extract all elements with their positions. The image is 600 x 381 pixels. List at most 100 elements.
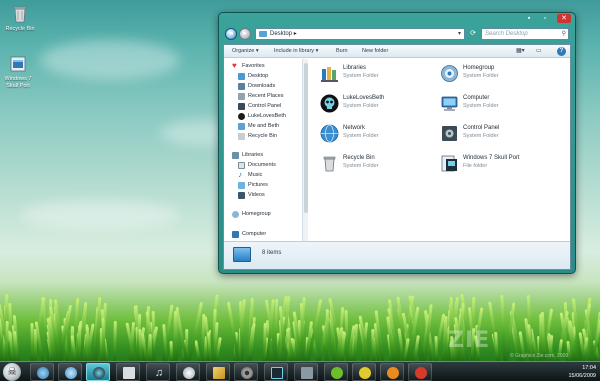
taskbar-button-leaf-red[interactable]	[408, 363, 432, 381]
messenger-icon	[65, 367, 77, 379]
nav-item-label: Downloads	[248, 83, 276, 89]
grass-blade	[113, 320, 117, 361]
burn-button[interactable]: Burn	[336, 48, 348, 54]
taskbar-button-tool[interactable]	[176, 363, 200, 381]
computer-icon	[440, 94, 459, 113]
file-item-computer[interactable]: Computer System Folder	[440, 93, 556, 115]
file-name: Homegroup	[463, 65, 495, 71]
nav-item-label: Computer	[242, 231, 267, 237]
control-panel-icon	[440, 124, 459, 143]
nav-item-recycle-bin[interactable]: Recycle Bin	[238, 132, 277, 141]
back-button[interactable]: ◂	[225, 28, 237, 40]
nav-item-documents[interactable]: Documents	[238, 161, 276, 170]
file-item-network[interactable]: Network System Folder	[320, 123, 436, 145]
file-name: LukeLovesBeth	[343, 95, 385, 101]
leaf-icon	[331, 367, 343, 379]
downloads-icon	[238, 83, 245, 90]
taskbar-button-calculator[interactable]	[294, 363, 318, 381]
taskbar: ☠ ♫ 17:04 15/06/2009	[0, 361, 600, 381]
file-item-lukelovesbeth[interactable]: LukeLovesBeth System Folder	[320, 93, 436, 115]
taskbar-button-leaf-green[interactable]	[324, 363, 348, 381]
close-button[interactable]: ✕	[557, 14, 571, 23]
preview-pane-button[interactable]: ▭	[536, 47, 550, 56]
search-input[interactable]: Search Desktop ⚲	[481, 28, 569, 40]
desktop-icon-recycle-bin[interactable]: Recycle Bin	[2, 4, 38, 33]
nav-item-lukelovesbeth[interactable]: LukeLovesBeth	[238, 112, 286, 121]
taskbar-button-disc[interactable]	[234, 363, 258, 381]
desktop-icon-windows-7-skull-port[interactable]: Windows 7 Skull Port	[0, 54, 36, 90]
include-in-library-menu[interactable]: Include in library ▾	[274, 48, 318, 54]
taskbar-button-ie[interactable]	[30, 363, 54, 381]
recycle-bin-icon	[320, 154, 339, 173]
nav-item-pictures[interactable]: Pictures	[238, 181, 268, 190]
libraries-icon	[320, 64, 339, 83]
skull-start-icon: ☠	[7, 366, 17, 378]
minimize-button[interactable]: ▪	[523, 14, 535, 23]
editor-icon	[213, 367, 225, 379]
nav-item-label: Music	[248, 172, 263, 178]
address-bar[interactable]: Desktop ▸ ▾	[255, 28, 465, 40]
skull-user-icon	[238, 113, 245, 120]
chevron-down-icon[interactable]: ▾	[458, 29, 461, 39]
forward-button[interactable]: ▸	[239, 28, 251, 40]
recycle-bin-icon	[10, 4, 30, 24]
nav-item-label: Desktop	[248, 73, 269, 79]
nav-header-favorites[interactable]: ♥ Favorites	[232, 62, 265, 71]
nav-item-label: Pictures	[248, 182, 268, 188]
nav-item-control-panel[interactable]: Control Panel	[238, 102, 281, 111]
nav-item-videos[interactable]: Videos	[238, 191, 265, 200]
nav-item-computer[interactable]: Computer	[232, 230, 266, 239]
nav-item-me-and-beth[interactable]: Me and Beth	[238, 122, 279, 131]
nav-item-label: Me and Beth	[248, 123, 280, 129]
file-type: System Folder	[343, 133, 379, 139]
view-options-button[interactable]: ▦▾	[516, 47, 530, 56]
refresh-button[interactable]: ⟳	[467, 28, 479, 40]
calculator-icon	[301, 367, 313, 379]
desktop-icon-label: Recycle Bin	[5, 26, 35, 32]
cloud-decoration	[40, 40, 180, 80]
nav-item-label: Recycle Bin	[248, 133, 278, 139]
nav-item-music[interactable]: ♪ Music	[238, 171, 262, 180]
file-item-recycle-bin[interactable]: Recycle Bin System Folder	[320, 153, 436, 175]
nav-item-recent-places[interactable]: Recent Places	[238, 92, 283, 101]
nav-item-downloads[interactable]: Downloads	[238, 82, 275, 91]
help-button[interactable]: ?	[557, 47, 566, 56]
organize-menu[interactable]: Organize ▾	[232, 48, 259, 54]
new-folder-button[interactable]: New folder	[362, 48, 388, 54]
scrollbar-thumb[interactable]	[304, 63, 308, 213]
nav-header-libraries[interactable]: Libraries	[232, 151, 263, 160]
taskbar-button-notepad[interactable]	[116, 363, 140, 381]
search-placeholder: Search Desktop	[485, 31, 528, 37]
file-item-windows-7-skull-port[interactable]: Windows 7 Skull Port File folder	[440, 153, 556, 175]
taskbar-button-leaf-orange[interactable]	[380, 363, 404, 381]
maximize-button[interactable]: ▫	[539, 14, 551, 23]
nav-item-homegroup[interactable]: Homegroup	[232, 210, 271, 219]
taskbar-button-messenger[interactable]	[58, 363, 82, 381]
start-button[interactable]: ☠	[3, 363, 21, 381]
homegroup-icon	[232, 211, 239, 218]
taskbar-button-explorer[interactable]	[86, 363, 110, 381]
taskbar-button-editor[interactable]	[206, 363, 230, 381]
file-item-homegroup[interactable]: Homegroup System Folder	[440, 63, 556, 85]
grass-blade	[494, 331, 499, 361]
file-item-libraries[interactable]: Libraries System Folder	[320, 63, 436, 85]
file-item-control-panel[interactable]: Control Panel System Folder	[440, 123, 556, 145]
taskbar-button-media[interactable]: ♫	[146, 363, 170, 381]
file-type: System Folder	[343, 163, 379, 169]
control-panel-icon	[238, 103, 245, 110]
taskbar-button-monitor[interactable]	[264, 363, 288, 381]
homegroup-icon	[440, 64, 459, 83]
grass-blade	[194, 340, 201, 361]
navigation-scrollbar[interactable]	[302, 59, 308, 241]
skull-user-icon	[320, 94, 339, 113]
file-name: Libraries	[343, 65, 367, 71]
nav-item-desktop[interactable]: Desktop	[238, 72, 268, 81]
music-icon: ♫	[154, 367, 164, 379]
item-count: 8 items	[262, 250, 282, 256]
monitor-icon	[271, 367, 283, 379]
nav-header-label: Libraries	[242, 152, 264, 158]
system-clock[interactable]: 17:04 15/06/2009	[556, 364, 596, 380]
file-list: Libraries System Folder Homegroup System…	[310, 59, 570, 241]
taskbar-button-leaf-yellow[interactable]	[352, 363, 376, 381]
videos-icon	[238, 192, 245, 199]
